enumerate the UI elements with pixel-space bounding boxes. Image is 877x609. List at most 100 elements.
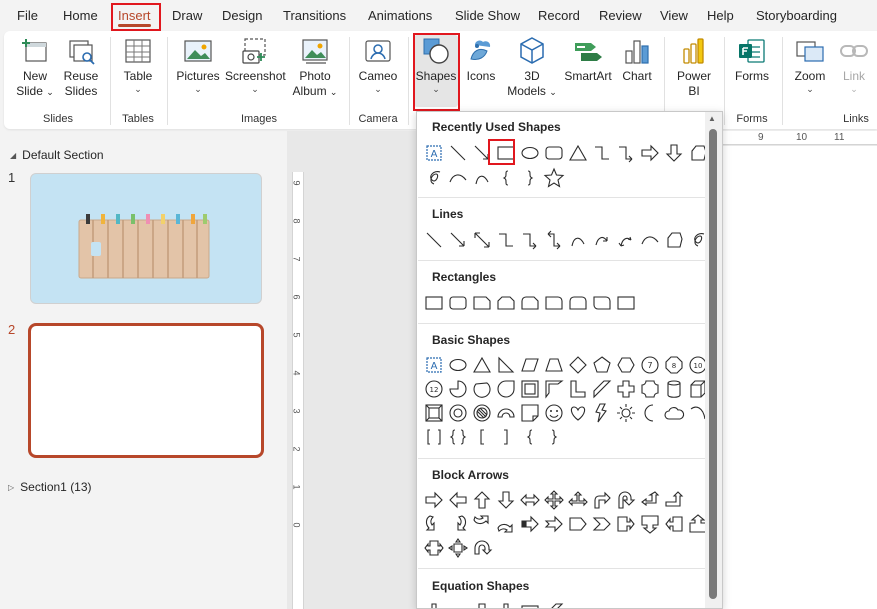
new-slide-button[interactable]: New Slide ⌄ bbox=[14, 35, 56, 100]
link-button[interactable]: Link ⌄ bbox=[834, 35, 874, 94]
lightning-shape-icon[interactable] bbox=[590, 401, 614, 425]
hexagon-shape-icon[interactable] bbox=[614, 353, 638, 377]
oval-shape-icon[interactable] bbox=[446, 353, 470, 377]
hept-shape-icon[interactable]: 7 bbox=[638, 353, 662, 377]
scribble-shape-icon[interactable] bbox=[422, 166, 446, 190]
teardrop-shape-icon[interactable] bbox=[494, 377, 518, 401]
arc-shape-icon[interactable] bbox=[446, 166, 470, 190]
slide-canvas[interactable] bbox=[722, 146, 877, 609]
smiley-shape-icon[interactable] bbox=[542, 401, 566, 425]
rbracket-shape-icon[interactable] bbox=[494, 425, 518, 449]
donut-shape-icon[interactable] bbox=[446, 401, 470, 425]
menu-tab-draw[interactable]: Draw bbox=[172, 8, 202, 23]
menu-tab-transitions[interactable]: Transitions bbox=[283, 8, 346, 23]
downarrow-shape-icon[interactable] bbox=[662, 141, 686, 165]
menu-tab-storyboarding[interactable]: Storyboarding bbox=[756, 8, 837, 23]
heart-shape-icon[interactable] bbox=[566, 401, 590, 425]
scrollbar-thumb[interactable] bbox=[709, 129, 717, 599]
cross-shape-icon[interactable] bbox=[614, 377, 638, 401]
menu-tab-help[interactable]: Help bbox=[707, 8, 734, 23]
lshape-shape-icon[interactable] bbox=[566, 377, 590, 401]
3d-models-button[interactable]: 3D Models ⌄ bbox=[506, 35, 558, 100]
diagstripe-shape-icon[interactable] bbox=[542, 600, 566, 608]
diamond-shape-icon[interactable] bbox=[566, 353, 590, 377]
rtri-shape-icon[interactable] bbox=[494, 353, 518, 377]
leftarrow-shape-icon[interactable] bbox=[446, 488, 470, 512]
curve-shape-icon[interactable] bbox=[470, 166, 494, 190]
plus-shape-icon[interactable] bbox=[422, 600, 446, 608]
dodec-shape-icon[interactable]: 12 bbox=[422, 377, 446, 401]
round1-shape-icon[interactable] bbox=[542, 291, 566, 315]
curvedright-shape-icon[interactable] bbox=[422, 512, 446, 536]
can-shape-icon[interactable] bbox=[662, 377, 686, 401]
lrcallout-shape-icon[interactable] bbox=[422, 536, 446, 560]
line-shape-icon[interactable] bbox=[446, 141, 470, 165]
curve-shape-icon[interactable] bbox=[566, 228, 590, 252]
power-bi-button[interactable]: Power BI bbox=[672, 35, 716, 99]
minus-shape-icon[interactable] bbox=[446, 600, 470, 608]
rect-shape-icon[interactable] bbox=[614, 291, 638, 315]
arrowline-shape-icon[interactable] bbox=[446, 228, 470, 252]
snip2-shape-icon[interactable] bbox=[494, 291, 518, 315]
reuse-slides-button[interactable]: Reuse Slides bbox=[59, 35, 103, 99]
diagstripe-shape-icon[interactable] bbox=[590, 377, 614, 401]
quadcallout-shape-icon[interactable] bbox=[446, 536, 470, 560]
bevel-shape-icon[interactable] bbox=[422, 401, 446, 425]
lrupar-shape-icon[interactable] bbox=[566, 488, 590, 512]
gallery-scrollbar[interactable]: ▲ bbox=[705, 112, 722, 608]
sniprd-shape-icon[interactable] bbox=[518, 291, 542, 315]
triangle-shape-icon[interactable] bbox=[566, 141, 590, 165]
roundrect-shape-icon[interactable] bbox=[446, 291, 470, 315]
textbox-shape-icon[interactable]: A bbox=[422, 141, 446, 165]
notchedright-shape-icon[interactable] bbox=[542, 512, 566, 536]
curveddown-shape-icon[interactable] bbox=[494, 512, 518, 536]
icons-button[interactable]: Icons bbox=[462, 35, 500, 84]
arc-shape-icon[interactable] bbox=[638, 228, 662, 252]
line-shape-icon[interactable] bbox=[422, 228, 446, 252]
curvedbl-shape-icon[interactable] bbox=[614, 228, 638, 252]
lbrace-shape-icon[interactable] bbox=[518, 425, 542, 449]
plaque-shape-icon[interactable] bbox=[638, 377, 662, 401]
slide-thumbnail-2[interactable] bbox=[28, 323, 264, 458]
roundrect-shape-icon[interactable] bbox=[542, 141, 566, 165]
diagrd-shape-icon[interactable] bbox=[590, 291, 614, 315]
textbox-shape-icon[interactable]: A bbox=[422, 353, 446, 377]
halfframe-shape-icon[interactable] bbox=[542, 377, 566, 401]
rbrace-shape-icon[interactable] bbox=[518, 166, 542, 190]
moon-shape-icon[interactable] bbox=[638, 401, 662, 425]
elbowdbl-shape-icon[interactable] bbox=[542, 228, 566, 252]
trapezoid-shape-icon[interactable] bbox=[542, 353, 566, 377]
rect-shape-icon[interactable] bbox=[422, 291, 446, 315]
elbow-shape-icon[interactable] bbox=[494, 228, 518, 252]
nosymbol-shape-icon[interactable] bbox=[470, 401, 494, 425]
menu-tab-view[interactable]: View bbox=[660, 8, 688, 23]
pie-shape-icon[interactable] bbox=[446, 377, 470, 401]
circarrow-shape-icon[interactable] bbox=[470, 536, 494, 560]
elbow-shape-icon[interactable] bbox=[590, 141, 614, 165]
chart-button[interactable]: Chart bbox=[618, 35, 656, 84]
curvedleft-shape-icon[interactable] bbox=[446, 512, 470, 536]
cloud-shape-icon[interactable] bbox=[662, 401, 686, 425]
star-shape-icon[interactable] bbox=[542, 166, 566, 190]
slide-thumbnail-1[interactable] bbox=[30, 173, 262, 304]
smartart-button[interactable]: SmartArt bbox=[562, 35, 614, 84]
lbracket-shape-icon[interactable] bbox=[470, 425, 494, 449]
blockarc-shape-icon[interactable] bbox=[494, 401, 518, 425]
rightarrow-shape-icon[interactable] bbox=[638, 141, 662, 165]
pentagon-shape-icon[interactable] bbox=[590, 353, 614, 377]
photo-album-button[interactable]: Photo Album ⌄ bbox=[290, 35, 340, 100]
pentagonarr-shape-icon[interactable] bbox=[566, 512, 590, 536]
table-button[interactable]: Table ⌄ bbox=[119, 35, 157, 94]
menu-tab-design[interactable]: Design bbox=[222, 8, 262, 23]
screenshot-button[interactable]: Screenshot ⌄ bbox=[225, 35, 286, 94]
zoom-button[interactable]: Zoom ⌄ bbox=[790, 35, 830, 94]
default-section-header[interactable]: ◢ Default Section bbox=[10, 148, 104, 162]
elbowarrow-shape-icon[interactable] bbox=[518, 228, 542, 252]
parallelogram-shape-icon[interactable] bbox=[518, 353, 542, 377]
stripedright-shape-icon[interactable] bbox=[518, 512, 542, 536]
chevron-shape-icon[interactable] bbox=[590, 512, 614, 536]
menu-tab-home[interactable]: Home bbox=[63, 8, 98, 23]
bentup-shape-icon[interactable] bbox=[662, 488, 686, 512]
cross-shape-icon[interactable] bbox=[470, 600, 494, 608]
oval-shape-icon[interactable] bbox=[518, 141, 542, 165]
